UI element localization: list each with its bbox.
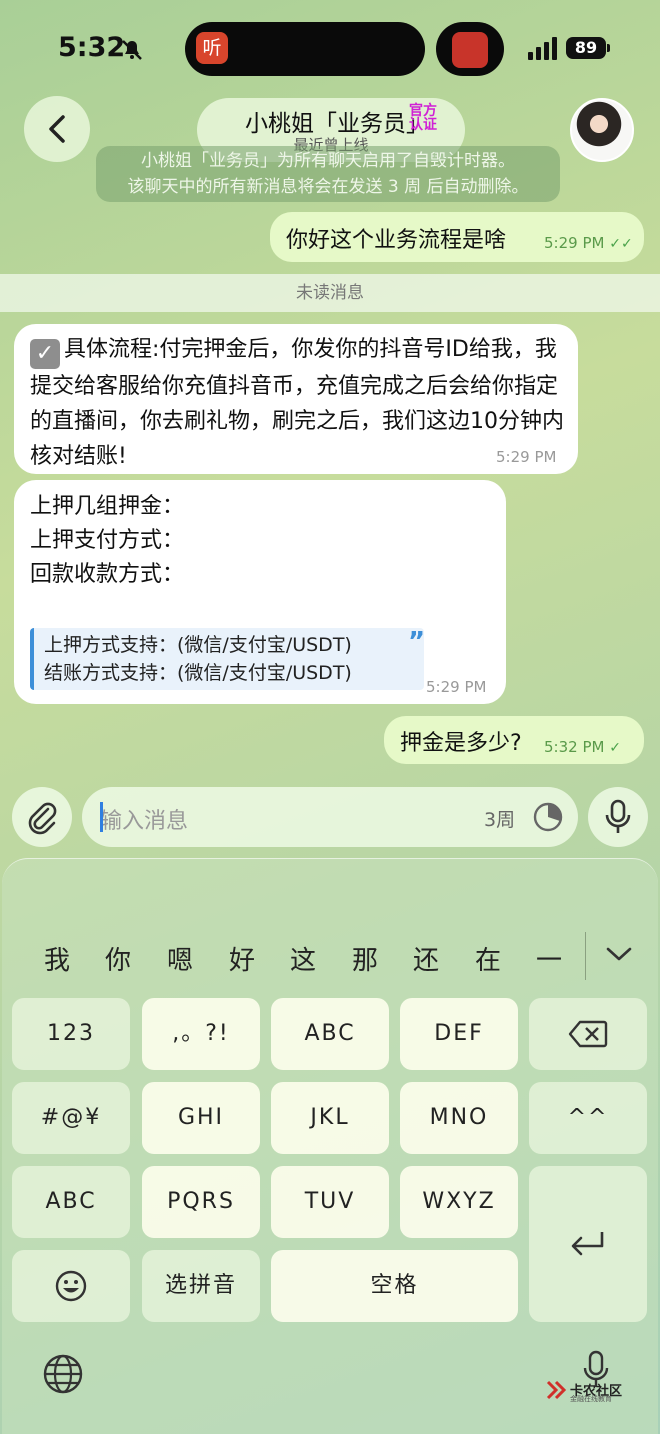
key-pqrs[interactable]: PQRS [142, 1166, 260, 1238]
message-time: 5:29 PM [544, 234, 605, 252]
key-mno[interactable]: MNO [400, 1082, 518, 1154]
candidate-word[interactable]: 在 [468, 940, 508, 977]
official-verified-badge: 官方 认证 [409, 104, 445, 132]
quote-line: 上押方式支持：(微信/支付宝/USDT) [44, 634, 352, 656]
candidate-word[interactable]: 嗯 [160, 940, 200, 977]
return-icon [571, 1232, 604, 1256]
key-123[interactable]: 123 [12, 998, 130, 1070]
backspace-key[interactable] [529, 998, 647, 1070]
candidate-word[interactable]: 那 [345, 940, 385, 977]
message-line: 回款收款方式： [30, 562, 185, 587]
message-line: 上押几组押金： [30, 494, 185, 519]
paperclip-icon [28, 802, 57, 835]
timer-icon[interactable] [532, 801, 564, 833]
signal-icon [528, 37, 557, 60]
candidate-word[interactable]: 好 [222, 940, 262, 977]
badge-line1: 官方 [409, 103, 437, 119]
status-time: 5:32 [58, 32, 126, 63]
self-destruct-timer-label: 3周 [484, 809, 516, 831]
avatar[interactable] [570, 98, 634, 162]
live-app-icon[interactable] [452, 32, 488, 68]
key-ghi[interactable]: GHI [142, 1082, 260, 1154]
message-outgoing[interactable]: 押金是多少? 5:32 PM ✓ [384, 716, 644, 764]
message-time: 5:32 PM [544, 738, 605, 756]
message-incoming[interactable]: 上押几组押金： 上押支付方式： 回款收款方式： 上押方式支持：(微信/支付宝/U… [14, 480, 506, 704]
candidate-word[interactable]: 你 [98, 940, 138, 977]
battery-tip [607, 44, 610, 52]
key-jkl[interactable]: JKL [271, 1082, 389, 1154]
emoji-icon [55, 1270, 87, 1302]
key-abc[interactable]: ABC [271, 998, 389, 1070]
message-line: 上押支付方式： [30, 528, 185, 553]
globe-icon[interactable] [42, 1353, 84, 1395]
message-time: 5:29 PM [496, 448, 557, 466]
watermark-icon [546, 1380, 567, 1400]
chevron-left-icon [49, 115, 65, 143]
candidate-word[interactable]: 一 [529, 940, 569, 977]
message-meta: 5:32 PM ✓ [544, 738, 621, 756]
message-body: ✓ 具体流程:付完押金后，你发你的抖音号ID给我，我提交给客服给你充值抖音币，充值… [30, 332, 565, 474]
silent-bell-icon [122, 40, 142, 60]
attach-button[interactable] [12, 787, 72, 847]
space-key[interactable]: 空格 [271, 1250, 518, 1322]
return-key[interactable] [529, 1166, 647, 1322]
message-meta: 5:29 PM ✓✓ [544, 234, 633, 252]
text-caret [100, 802, 103, 832]
listen-app-icon[interactable]: 听 [196, 32, 228, 64]
candidate-word[interactable]: 这 [283, 940, 323, 977]
emoji-key[interactable] [12, 1250, 130, 1322]
message-incoming[interactable]: ✓ 具体流程:付完押金后，你发你的抖音号ID给我，我提交给客服给你充值抖音币，充值… [14, 324, 578, 474]
watermark-subtext: 金融在线教育 [570, 1395, 612, 1403]
key-punctuation[interactable]: ,。?! [142, 998, 260, 1070]
watermark-logo: 卡农社区 金融在线教育 [544, 1378, 628, 1404]
chevron-down-icon[interactable] [604, 944, 634, 964]
single-check-icon: ✓ [609, 740, 621, 756]
key-tuv[interactable]: TUV [271, 1166, 389, 1238]
message-time: 5:29 PM [426, 678, 487, 696]
key-wxyz[interactable]: WXYZ [400, 1166, 518, 1238]
double-check-icon: ✓✓ [609, 236, 633, 252]
message-text: 你好这个业务流程是啥 [286, 228, 507, 253]
message-outgoing[interactable]: 你好这个业务流程是啥 5:29 PM ✓✓ [270, 212, 644, 262]
key-pinyin-select[interactable]: 选拼音 [142, 1250, 260, 1322]
key-symbols[interactable]: #@¥ [12, 1082, 130, 1154]
message-input-placeholder: 输入消息 [100, 809, 189, 834]
candidate-word[interactable]: 我 [37, 940, 77, 977]
message-text: 押金是多少? [400, 731, 522, 756]
quote-icon: ” [408, 627, 426, 657]
notice-line1: 小桃姐「业务员」为所有聊天启用了自毁计时器。 [141, 151, 515, 171]
candidate-word[interactable]: 还 [406, 940, 446, 977]
self-destruct-notice: 小桃姐「业务员」为所有聊天启用了自毁计时器。 该聊天中的所有新消息将会在发送 3… [96, 146, 560, 202]
quote-block: 上押方式支持：(微信/支付宝/USDT) 结账方式支持：(微信/支付宝/USDT… [30, 627, 426, 690]
quote-line: 结账方式支持：(微信/支付宝/USDT) [44, 662, 352, 684]
candidate-divider [585, 932, 586, 980]
voice-record-button[interactable] [588, 787, 648, 847]
message-input[interactable]: 输入消息 3周 [82, 787, 578, 847]
key-abc-mode[interactable]: ABC [12, 1166, 130, 1238]
notice-line2: 该聊天中的所有新消息将会在发送 3 周 后自动删除。 [127, 177, 529, 197]
message-text: 具体流程:付完押金后，你发你的抖音号ID给我，我提交给客服给你充值抖音币，充值完… [30, 337, 564, 469]
backspace-icon [568, 1020, 608, 1048]
check-mark-icon: ✓ [30, 339, 60, 369]
chat-title: 小桃姐「业务员」 [245, 111, 429, 137]
badge-line2: 认证 [409, 117, 437, 133]
key-emoticon[interactable]: ^^ [529, 1082, 647, 1154]
battery-level: 89 [566, 37, 606, 59]
unread-divider: 未读消息 [0, 274, 660, 312]
back-button[interactable] [24, 96, 90, 162]
microphone-icon [605, 799, 631, 833]
key-def[interactable]: DEF [400, 998, 518, 1070]
